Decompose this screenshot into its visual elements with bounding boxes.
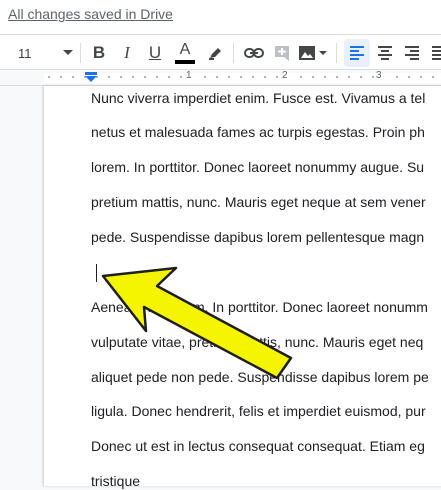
toolbar-divider <box>336 43 337 63</box>
text-line: Nunc viverra imperdiet enim. Fusce est. … <box>91 90 426 106</box>
text-line: vulputate vitae, pretium mattis, nunc. M… <box>91 334 424 350</box>
ruler-tick <box>396 76 398 78</box>
text-line: Donec ut est in lectus consequat consequ… <box>91 438 425 454</box>
ruler-tick <box>156 76 158 78</box>
ruler-tick <box>324 76 326 78</box>
font-size-field[interactable]: 11 <box>18 35 44 71</box>
ruler-label: 2 <box>282 70 288 81</box>
align-right-icon <box>405 46 419 60</box>
ruler-tick <box>312 76 314 78</box>
ruler-tick <box>360 76 362 78</box>
align-left-icon <box>350 46 364 60</box>
ruler-tick <box>144 76 146 78</box>
italic-button[interactable]: I <box>116 35 138 71</box>
ruler-tick <box>72 76 74 78</box>
ruler-tick <box>180 76 182 78</box>
ruler-tick <box>252 76 254 78</box>
font-size-dropdown-icon[interactable] <box>60 35 76 71</box>
image-icon <box>299 46 327 60</box>
ruler-label: 1 <box>186 70 192 81</box>
text-color-button[interactable]: A <box>172 35 198 71</box>
align-right-button[interactable] <box>401 35 423 71</box>
ruler-tick <box>216 76 218 78</box>
justify-icon <box>432 46 441 60</box>
save-status-link[interactable]: All changes saved in Drive <box>8 6 173 22</box>
add-comment-icon <box>275 46 289 61</box>
ruler-tick <box>372 76 374 78</box>
formatting-toolbar: 11 B I U A <box>0 34 441 70</box>
toolbar-divider <box>80 43 81 63</box>
text-color-swatch <box>175 60 195 64</box>
ruler-tick <box>420 76 422 78</box>
ruler-tick <box>120 76 122 78</box>
ruler-tick <box>240 76 242 78</box>
ruler-tick <box>204 76 206 78</box>
ruler-tick <box>132 76 134 78</box>
toolbar-divider <box>233 43 234 63</box>
text-line: Aenean nec lorem. In porttitor. Donec la… <box>91 299 428 315</box>
ruler-tick <box>336 76 338 78</box>
text-line: ligula. Donec hendrerit, felis et imperd… <box>91 403 426 419</box>
ruler-tick <box>108 76 110 78</box>
insert-image-button[interactable] <box>296 35 330 71</box>
align-left-button[interactable] <box>344 39 370 67</box>
underline-button[interactable]: U <box>144 35 166 71</box>
text-line: pretium mattis, nunc. Mauris eget neque … <box>91 194 426 210</box>
ruler-tick <box>348 76 350 78</box>
bold-button[interactable]: B <box>88 35 110 71</box>
align-center-button[interactable] <box>374 35 396 71</box>
ruler-tick <box>60 76 62 78</box>
ruler-tick <box>264 76 266 78</box>
ruler-tick <box>408 76 410 78</box>
text-line: netus et malesuada fames ac turpis egest… <box>91 124 425 140</box>
insert-link-button[interactable] <box>242 35 266 71</box>
ruler-label: 3 <box>376 70 382 81</box>
ruler-tick <box>276 76 278 78</box>
horizontal-ruler[interactable]: 1 2 3 <box>0 70 441 86</box>
text-line: pede. Suspendisse dapibus lorem pellente… <box>91 229 425 245</box>
text-line: aliquet pede non pede. Suspendisse dapib… <box>91 369 429 385</box>
highlight-button[interactable] <box>204 35 226 71</box>
document-page[interactable]: Nunc viverra imperdiet enim. Fusce est. … <box>44 86 441 489</box>
align-center-icon <box>378 46 392 60</box>
highlighter-icon <box>209 48 221 60</box>
ruler-tick <box>168 76 170 78</box>
text-line: tristique <box>91 473 141 489</box>
justify-button[interactable] <box>428 35 441 71</box>
link-icon <box>244 48 264 58</box>
text-cursor <box>96 264 97 282</box>
ruler-tick <box>228 76 230 78</box>
text-line: lorem. In porttitor. Donec laoreet nonum… <box>91 159 425 175</box>
add-comment-button[interactable] <box>272 35 292 71</box>
ruler-tick <box>432 76 434 78</box>
ruler-tick <box>300 76 302 78</box>
text-color-icon: A <box>179 41 191 58</box>
ruler-tick <box>48 76 50 78</box>
indent-marker-icon[interactable] <box>85 72 97 82</box>
status-bar: All changes saved in Drive <box>0 0 441 34</box>
